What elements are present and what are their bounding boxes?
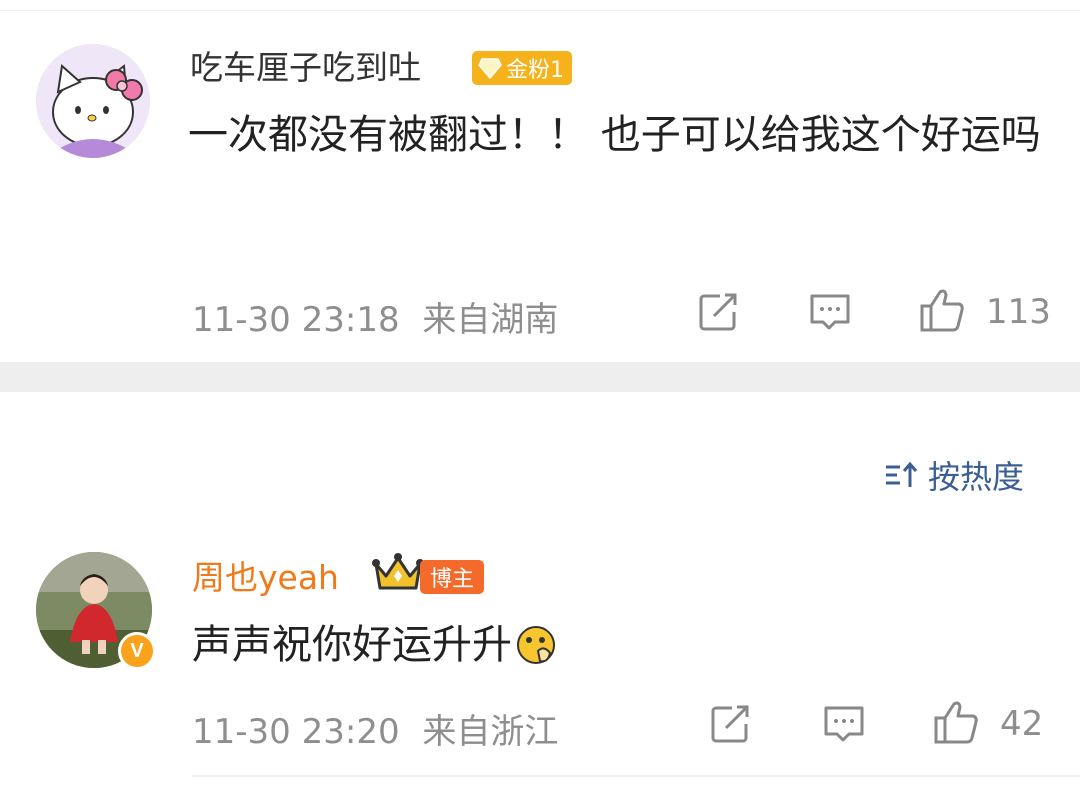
- verified-v: V: [130, 639, 144, 662]
- comment-button[interactable]: [806, 288, 854, 336]
- diamond-icon: [478, 58, 502, 79]
- username[interactable]: 周也yeah: [192, 558, 339, 598]
- verified-badge: V: [118, 632, 156, 670]
- sort-icon: [886, 461, 918, 487]
- crown-icon: [372, 552, 424, 594]
- avatar[interactable]: [36, 44, 150, 158]
- share-button[interactable]: [706, 700, 754, 748]
- location: 来自湖南: [422, 300, 559, 340]
- share-icon: [711, 705, 749, 743]
- like-button[interactable]: [918, 286, 966, 334]
- badge-label: 博主: [430, 567, 475, 592]
- comment-button[interactable]: [820, 700, 868, 748]
- comment-meta: 11-30 23:18 来自湖南: [192, 292, 558, 341]
- sort-label: 按热度: [928, 458, 1025, 496]
- hello-kitty-icon: [36, 44, 150, 158]
- comment-text: 声声祝你好运升升: [192, 616, 558, 674]
- comment-icon: [810, 294, 850, 330]
- sort-by-hot-button[interactable]: 按热度: [884, 452, 1024, 498]
- badge-label: 金粉1: [506, 58, 564, 83]
- fan-badge: 金粉1: [472, 51, 572, 85]
- bottom-divider: [192, 775, 1080, 777]
- like-count: 42: [1000, 704, 1044, 744]
- like-button[interactable]: [932, 698, 980, 746]
- location: 来自浙江: [422, 712, 559, 752]
- comment-text: 一次都没有被翻过！！ 也子可以给我这个好运吗: [188, 112, 1041, 158]
- section-divider: [0, 362, 1080, 392]
- share-button[interactable]: [694, 288, 742, 336]
- comment-icon: [824, 706, 864, 742]
- timestamp: 11-30 23:18: [192, 300, 400, 340]
- comment-body: 声声祝你好运升升: [192, 622, 512, 668]
- thumbs-up-icon: [934, 701, 978, 744]
- username[interactable]: 吃车厘子吃到吐: [190, 48, 421, 88]
- share-icon: [699, 293, 737, 331]
- top-border: [0, 0, 1080, 11]
- thumbs-up-icon: [920, 289, 964, 332]
- comment-meta: 11-30 23:20 来自浙江: [192, 704, 558, 753]
- blogger-badge: 博主: [420, 560, 485, 594]
- like-count: 113: [986, 292, 1051, 332]
- praying-face-emoji-icon: [517, 626, 555, 664]
- timestamp: 11-30 23:20: [192, 712, 400, 752]
